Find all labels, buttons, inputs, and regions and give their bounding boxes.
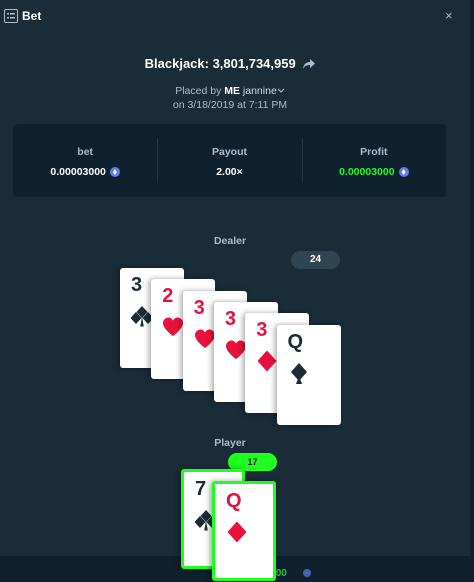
dealer-label: Dealer (213, 235, 247, 247)
bet-list-icon (4, 9, 18, 23)
payout-multiplier: 2.00× (216, 166, 243, 178)
placed-by-me: ME (224, 85, 240, 97)
stat-bet: bet 0.00003000 (13, 124, 157, 197)
hearts-suit-icon (161, 315, 185, 339)
profit-amount: 0.00003000 (339, 166, 395, 178)
modal-header: Bet × (0, 0, 470, 34)
game-title-text: Blackjack: 3,801,734,959 (144, 56, 296, 71)
placed-by-prefix: Placed by (175, 85, 222, 97)
card-rank: 3 (256, 319, 268, 342)
username[interactable]: jannine (243, 85, 277, 97)
stat-value: 2.00× (157, 166, 301, 178)
stat-value: 0.00003000 (302, 166, 446, 178)
bet-modal: Bet × Blackjack: 3,801,734,959 Placed by… (0, 0, 470, 582)
card-rank: 3 (224, 307, 237, 330)
chevron-down-icon[interactable] (277, 85, 285, 97)
stat-label: Payout (211, 146, 247, 158)
spades-suit-icon (287, 361, 311, 385)
card-rank: Q (287, 330, 304, 353)
bet-date: on 3/18/2019 at 7:11 PM (172, 99, 288, 111)
hearts-suit-icon (193, 327, 217, 351)
close-icon[interactable]: × (445, 8, 453, 24)
diamonds-suit-icon (225, 520, 249, 544)
eth-icon (109, 167, 120, 177)
player-label: Player (214, 437, 246, 449)
stat-label: Profit (360, 146, 388, 158)
bet-stats-panel: bet 0.00003000 Payout 2.00× Profit 0.000… (13, 124, 446, 197)
modal-title: Bet (22, 9, 42, 23)
eth-icon (398, 167, 409, 177)
diamonds-suit-icon (255, 349, 279, 373)
stat-label: bet (77, 146, 94, 158)
card-rank: Q (226, 490, 242, 512)
stat-profit: Profit 0.00003000 (301, 124, 446, 197)
card-rank: 3 (193, 296, 205, 319)
scrollbar[interactable] (470, 0, 474, 582)
eth-icon (303, 569, 311, 577)
playing-card: Q (276, 324, 341, 425)
playing-card: Q (212, 481, 276, 581)
card-rank: 7 (195, 478, 207, 500)
bet-amount: 0.00003000 (50, 166, 106, 178)
stat-payout: Payout 2.00× (157, 124, 301, 197)
stat-value: 0.00003000 (13, 166, 157, 178)
share-icon[interactable] (303, 57, 316, 72)
dealer-total-badge: 24 (291, 251, 340, 269)
card-rank: 2 (162, 285, 174, 308)
placed-by: Placed by ME jannine (0, 85, 460, 97)
game-title: Blackjack: 3,801,734,959 (0, 56, 460, 72)
card-rank: 3 (131, 274, 143, 296)
